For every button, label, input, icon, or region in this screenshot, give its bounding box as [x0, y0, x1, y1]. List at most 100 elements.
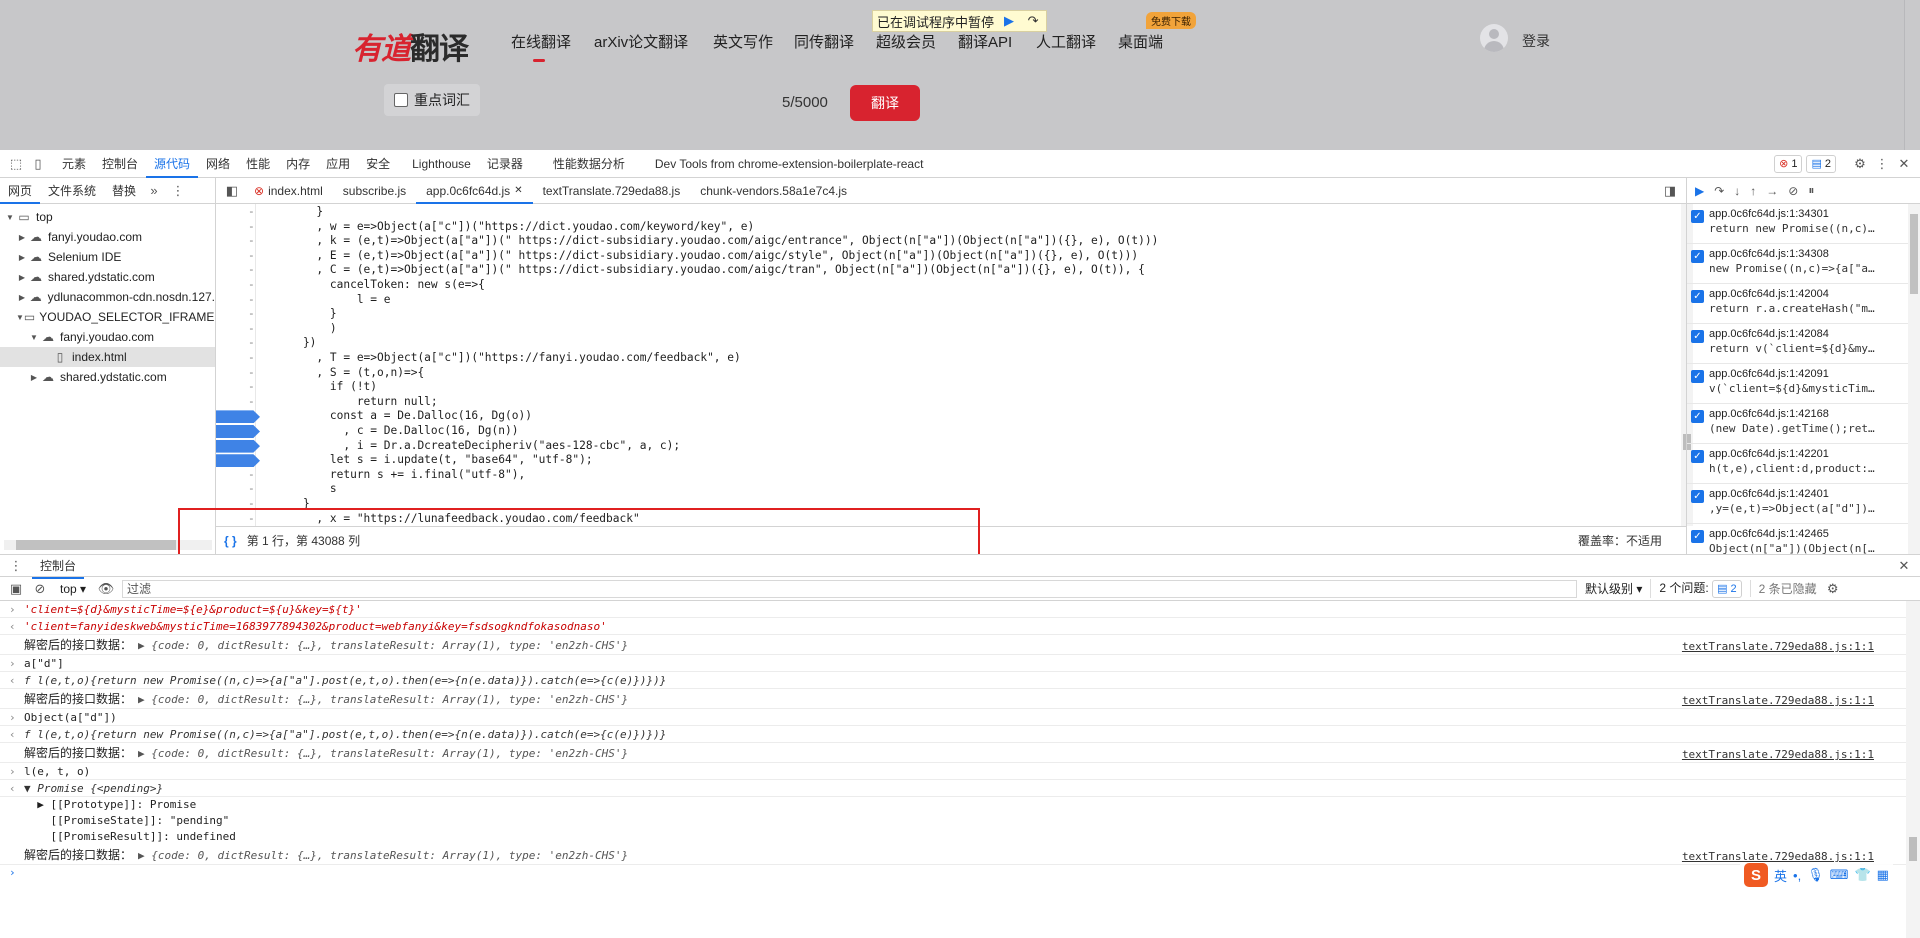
- more-options-icon[interactable]: ⋮: [170, 183, 186, 199]
- tree-caret-icon[interactable]: ▶: [16, 233, 28, 242]
- close-icon[interactable]: ✕: [1896, 156, 1912, 172]
- tab-network[interactable]: 网络: [198, 150, 238, 178]
- resume-icon[interactable]: ▶: [1695, 184, 1704, 198]
- breakpoint-item[interactable]: ✓ app.0c6fc64d.js:1:42091 v(`client=${d}&m…: [1687, 364, 1920, 404]
- console-text[interactable]: l(e, t, o): [24, 765, 90, 778]
- login-link[interactable]: 登录: [1522, 31, 1550, 51]
- console-source-link[interactable]: textTranslate.729eda88.js:1:1: [1682, 691, 1874, 708]
- breakpoint-checkbox[interactable]: ✓: [1691, 450, 1704, 463]
- console-source-link[interactable]: textTranslate.729eda88.js:1:1: [1682, 637, 1874, 654]
- nav-english-writing[interactable]: 英文写作: [713, 31, 773, 52]
- breakpoint-checkbox[interactable]: ✓: [1691, 290, 1704, 303]
- breakpoint-marker[interactable]: [216, 439, 260, 453]
- skin-icon[interactable]: 👕: [1854, 867, 1870, 883]
- eye-icon[interactable]: 👁: [98, 581, 115, 597]
- tree-item[interactable]: ▼ ▭ YOUDAO_SELECTOR_IFRAME (ir: [0, 307, 215, 327]
- tree-item[interactable]: ▶ ☁ ydlunacommon-cdn.nosdn.127.: [0, 287, 215, 307]
- console-filter-input[interactable]: 过滤: [122, 579, 1578, 598]
- issues-button[interactable]: 2 个问题: ▤ 2: [1650, 579, 1742, 598]
- breakpoint-checkbox[interactable]: ✓: [1691, 370, 1704, 383]
- tab-console[interactable]: 控制台: [94, 150, 146, 178]
- tree-caret-icon[interactable]: ▼: [4, 213, 16, 222]
- code-view[interactable]: - } - , w = e=>Object(a["c"])("https://di…: [216, 204, 1686, 526]
- drawer-tab-console[interactable]: 控制台: [32, 553, 85, 579]
- debugger-scrollbar[interactable]: [1908, 204, 1920, 554]
- tab-application[interactable]: 应用: [318, 150, 358, 178]
- step-icon[interactable]: →: [1766, 184, 1778, 198]
- tab-lighthouse[interactable]: Lighthouse: [404, 150, 479, 178]
- message-count-badge[interactable]: ▤ 2: [1806, 154, 1836, 173]
- tree-caret-icon[interactable]: ▶: [16, 293, 28, 302]
- device-toolbar-icon[interactable]: ▯: [30, 156, 46, 172]
- breakpoint-marker[interactable]: [216, 425, 260, 438]
- tree-item[interactable]: ▯ index.html: [0, 347, 215, 367]
- step-out-icon[interactable]: ↑: [1750, 184, 1756, 198]
- file-tab[interactable]: chunk-vendors.58a1e7c4.js: [690, 178, 857, 204]
- gear-icon[interactable]: ⚙: [1852, 156, 1868, 172]
- tree-caret-icon[interactable]: ▼: [16, 313, 24, 322]
- breakpoint-item[interactable]: ✓ app.0c6fc64d.js:1:42168 (new Date).getTi…: [1687, 404, 1920, 444]
- tree-item[interactable]: ▶ ☁ shared.ydstatic.com: [0, 367, 215, 387]
- breakpoint-item[interactable]: ✓ app.0c6fc64d.js:1:34301 return new Promi…: [1687, 204, 1920, 244]
- more-options-icon[interactable]: ⋮: [1874, 156, 1890, 172]
- breakpoint-marker[interactable]: [216, 454, 260, 468]
- translate-button[interactable]: 翻译: [850, 85, 920, 121]
- tree-caret-icon[interactable]: ▶: [16, 273, 28, 282]
- tab-performance[interactable]: 性能: [238, 150, 278, 178]
- nav-desktop[interactable]: 桌面端: [1118, 31, 1163, 52]
- tree-caret-icon[interactable]: ▶: [16, 253, 28, 262]
- toggle-navigator-icon[interactable]: ◧: [224, 183, 240, 199]
- clear-console-icon[interactable]: ⊘: [32, 581, 48, 597]
- tab-recorder[interactable]: 记录器: [479, 150, 531, 178]
- breakpoint-checkbox[interactable]: ✓: [1691, 210, 1704, 223]
- tab-elements[interactable]: 元素: [54, 150, 94, 178]
- tree-item[interactable]: ▶ ☁ Selenium IDE: [0, 247, 215, 267]
- tree-caret-icon[interactable]: ▶: [28, 373, 40, 382]
- close-icon[interactable]: ✕: [514, 185, 522, 196]
- ime-language[interactable]: 英: [1774, 866, 1787, 885]
- file-tab[interactable]: app.0c6fc64d.js ✕: [416, 177, 534, 204]
- page-scrollbar[interactable]: [1904, 0, 1920, 150]
- sidebar-toggle-icon[interactable]: ▣: [8, 581, 24, 597]
- tab-performance-insights[interactable]: 性能数据分析: [545, 150, 633, 178]
- punctuation-icon[interactable]: •,: [1793, 868, 1801, 883]
- breakpoint-checkbox[interactable]: ✓: [1691, 530, 1704, 543]
- nav-online-translate[interactable]: 在线翻译: [511, 31, 571, 62]
- tree-item[interactable]: ▶ ☁ shared.ydstatic.com: [0, 267, 215, 287]
- pause-on-exceptions-icon[interactable]: ⏸: [1808, 183, 1814, 198]
- drawer-menu-icon[interactable]: ⋮: [8, 558, 24, 574]
- breakpoint-item[interactable]: ✓ app.0c6fc64d.js:1:34308 new Promise((n,c…: [1687, 244, 1920, 284]
- breakpoint-item[interactable]: ✓ app.0c6fc64d.js:1:42401 ,y=(e,t)=>Object…: [1687, 484, 1920, 524]
- tab-security[interactable]: 安全: [358, 150, 398, 178]
- console-source-link[interactable]: textTranslate.729eda88.js:1:1: [1682, 745, 1874, 762]
- breakpoint-marker[interactable]: [216, 410, 260, 424]
- sogou-ime-icon[interactable]: S: [1744, 863, 1768, 887]
- toggle-debugger-icon[interactable]: ◨: [1662, 183, 1678, 199]
- nav-vip[interactable]: 超级会员: [876, 31, 936, 52]
- tab-sources[interactable]: 源代码: [146, 150, 199, 178]
- close-drawer-icon[interactable]: ✕: [1896, 558, 1912, 574]
- nav-tab-overrides[interactable]: 替换: [104, 178, 144, 204]
- nav-human-translate[interactable]: 人工翻译: [1036, 31, 1096, 52]
- console-text[interactable]: Object(a["d"]): [24, 711, 117, 724]
- tab-memory[interactable]: 内存: [278, 150, 318, 178]
- file-tab[interactable]: ⊗ index.html: [244, 178, 333, 204]
- avatar[interactable]: [1480, 24, 1508, 52]
- tab-extension-devtools[interactable]: Dev Tools from chrome-extension-boilerpl…: [647, 150, 932, 178]
- nav-api[interactable]: 翻译API: [958, 31, 1012, 52]
- console-object[interactable]: ▶ {code: 0, dictResult: {…}, translateRe…: [138, 747, 628, 760]
- tree-item[interactable]: ▶ ☁ fanyi.youdao.com: [0, 227, 215, 247]
- breakpoint-checkbox[interactable]: ✓: [1691, 490, 1704, 503]
- breakpoint-item[interactable]: ✓ app.0c6fc64d.js:1:42201 h(t,e),client:d,…: [1687, 444, 1920, 484]
- apps-grid-icon[interactable]: ▦: [1877, 867, 1889, 883]
- tree-item[interactable]: ▼ ☁ fanyi.youdao.com: [0, 327, 215, 347]
- nav-tab-filesystem[interactable]: 文件系统: [40, 178, 104, 204]
- keyboard-icon[interactable]: ⌨: [1830, 867, 1849, 883]
- console-scrollbar[interactable]: [1906, 601, 1920, 938]
- file-tab[interactable]: textTranslate.729eda88.js: [533, 178, 691, 204]
- console-object[interactable]: ▶ {code: 0, dictResult: {…}, translateRe…: [138, 693, 628, 706]
- more-tabs-icon[interactable]: »: [146, 183, 162, 199]
- console-object[interactable]: ▶ {code: 0, dictResult: {…}, translateRe…: [138, 849, 628, 862]
- microphone-icon[interactable]: 🎙: [1807, 867, 1824, 883]
- console-object[interactable]: ▶ {code: 0, dictResult: {…}, translateRe…: [138, 639, 628, 652]
